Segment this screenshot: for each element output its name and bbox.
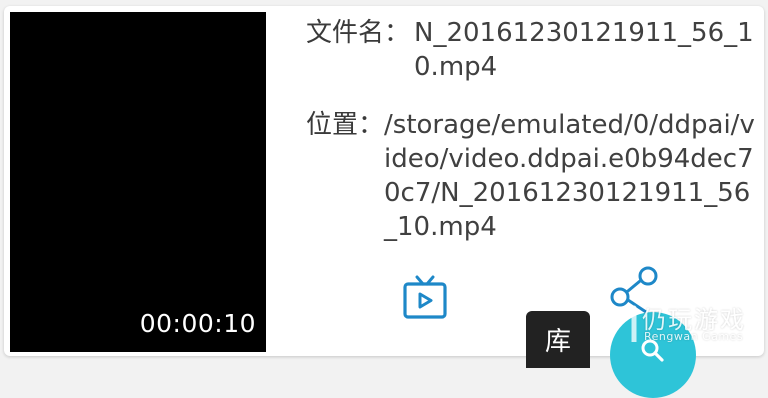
play-button[interactable] (400, 272, 450, 322)
file-location-label: 位置： (306, 110, 385, 140)
library-tab[interactable]: 库 (526, 311, 590, 368)
file-name-value: N_20161230121911_56_10.mp4 (414, 18, 754, 82)
video-thumbnail[interactable]: 00:00:10 (10, 12, 266, 352)
file-location-row: 位置： /storage/emulated/0/ddpai/video/vide… (306, 108, 758, 244)
watermark: 仍玩游戏 Rengwan Games (596, 300, 764, 352)
watermark-logo-icon (599, 305, 637, 345)
watermark-subtext: Rengwan Games (644, 330, 744, 343)
file-location-value: /storage/emulated/0/ddpai/video/video.dd… (384, 110, 755, 242)
tv-play-icon (403, 275, 447, 319)
file-name-row: 文件名： N_20161230121911_56_10.mp4 (306, 16, 758, 84)
file-name-label: 文件名： (306, 18, 411, 48)
file-details: 文件名： N_20161230121911_56_10.mp4 位置： /sto… (306, 16, 758, 244)
video-duration: 00:00:10 (139, 309, 256, 338)
